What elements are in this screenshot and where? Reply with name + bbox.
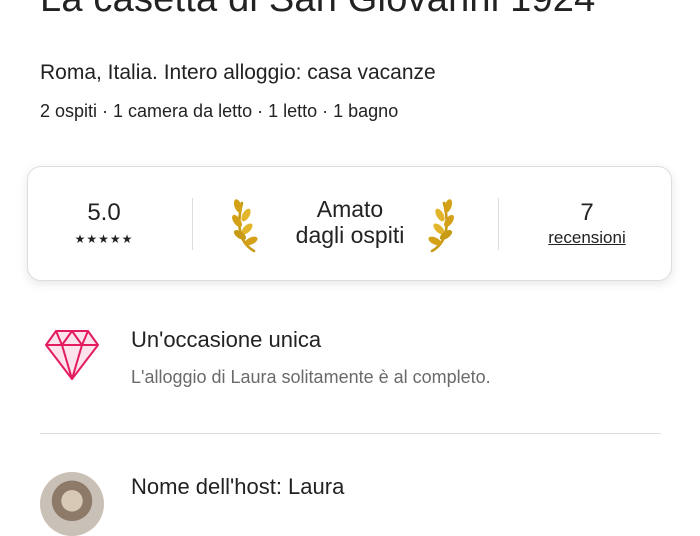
rating-value: 5.0 — [87, 199, 121, 226]
host-name: Nome dell'host: Laura — [131, 474, 345, 499]
host-avatar[interactable] — [40, 472, 104, 536]
listing-details: 2 ospiti · 1 camera da letto · 1 letto ·… — [40, 101, 399, 121]
guest-favorite-line2: dagli ospiti — [295, 222, 405, 248]
rating-stars: ★★★★★ — [74, 232, 134, 246]
card-divider — [498, 198, 499, 250]
feature-description: L'alloggio di Laura solitamente è al com… — [131, 367, 491, 387]
guest-favorite-line1: Amato — [316, 196, 384, 222]
laurel-left-icon — [232, 199, 258, 253]
diamond-icon — [45, 330, 99, 380]
reviews-link[interactable]: recensioni — [537, 228, 637, 248]
section-divider — [40, 433, 661, 434]
guest-favorite-badge: Amato dagli ospiti — [270, 196, 430, 248]
feature-title: Un'occasione unica — [131, 327, 322, 352]
laurel-right-icon — [428, 199, 454, 253]
card-divider — [192, 198, 193, 250]
listing-subtitle: Roma, Italia. Intero alloggio: casa vaca… — [40, 61, 436, 84]
listing-title: La casetta di San Giovanni 1924 — [40, 0, 595, 21]
reviews-count: 7 — [580, 199, 594, 226]
